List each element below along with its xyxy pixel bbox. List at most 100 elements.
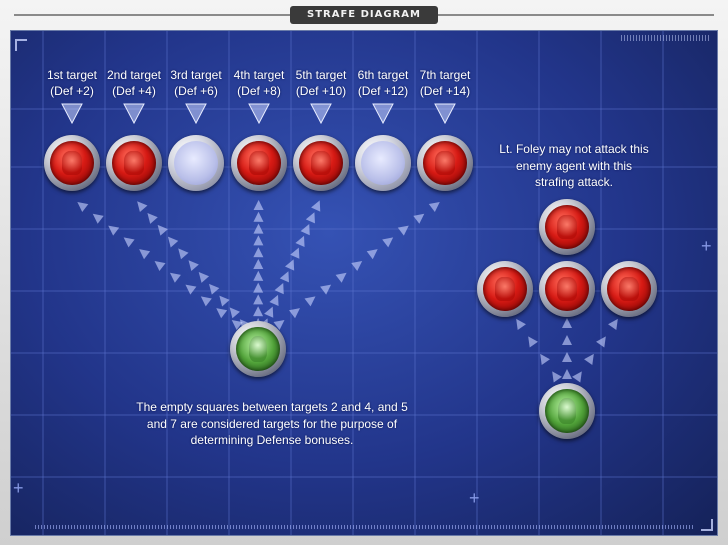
plus-mark-icon: + [469,488,480,508]
arrow-chevron [300,224,310,236]
arrow-chevron [198,272,210,283]
arrow-chevron [320,284,332,295]
red-enemy-agent-icon [545,267,589,311]
arrow-chevron [290,247,300,259]
arrow-chevron [253,223,264,234]
arrow-chevron [528,336,538,348]
down-triangle-icon [185,103,207,125]
arrow-chevron [188,260,199,272]
down-triangle-icon [434,103,456,125]
arrow-chevron [279,271,289,283]
arrow-chevron [288,308,300,319]
enemy-token [477,261,533,317]
red-enemy-agent-icon [607,267,651,311]
target-ordinal: 6th target [357,68,409,82]
arrow-chevron [562,335,572,345]
target-defense: (Def +14) [419,84,471,98]
arrow-chevron [139,249,151,260]
arrow-chevron [562,369,572,379]
arrow-chevron [516,318,526,330]
arrow-chevron [178,248,189,260]
arrow-chevron [562,352,572,362]
arrow-chevron [167,236,179,248]
target-label: 1st target (Def +2) [37,67,107,99]
arrow-chevron [185,284,197,295]
arrow-chevron [596,336,606,348]
down-triangle-icon [248,103,270,125]
arrow-chevron [304,296,316,307]
arrow-chevron [552,371,562,383]
target-label: 7th target (Def +14) [410,67,480,99]
arrow-chevron [219,295,230,307]
red-enemy-agent-icon [112,141,156,185]
red-enemy-agent-icon [50,141,94,185]
arrow-chevron [123,237,135,248]
arrow-chevron [253,294,264,305]
window-title: STRAFE DIAGRAM [290,6,438,24]
down-triangle-icon [61,103,83,125]
arrow-chevron [253,270,264,281]
arrow-chevron [413,213,425,224]
arrow-chevron [92,213,104,224]
corner-mark [15,39,27,51]
target-ordinal: 5th target [295,68,347,82]
corner-mark [701,519,713,531]
arrow-chevron [157,224,168,236]
arrow-chevron [229,307,240,319]
arrow-chevron [77,201,89,213]
foley-note: Lt. Foley may not attack this enemy agen… [499,142,649,189]
target-defense: (Def +8) [237,84,281,98]
arrow-chevron [351,260,363,272]
red-enemy-agent-icon [545,205,589,249]
target-ordinal: 4th target [233,68,285,82]
arrow-chevron [305,212,315,224]
arrow-chevron [200,296,212,307]
enemy-token [44,135,100,191]
diagram-board: 1st target (Def +2) 2nd target (Def +4) 3rd … [10,30,718,536]
target-label: 5th target (Def +10) [286,67,356,99]
enemy-token [231,135,287,191]
target-defense: (Def +4) [112,84,156,98]
arrow-chevron [274,283,284,295]
arrow-chevron [382,237,394,248]
hero-token [230,321,286,377]
empty-square-token [168,135,224,191]
arrow-chevron [253,200,264,211]
target-defense: (Def +12) [357,84,409,98]
arrow-chevron [335,272,347,283]
target-label: 4th target (Def +8) [224,67,294,99]
arrow-chevron [264,306,274,318]
down-triangle-icon [310,103,332,125]
arrow-chevron [562,318,572,328]
arrow-chevron [209,283,220,295]
arrow-chevron [540,353,550,365]
down-triangle-icon [372,103,394,125]
green-hero-icon [545,389,589,433]
arrow-chevron [253,247,264,258]
empty-square-token [355,135,411,191]
arrow-chevron [584,353,594,365]
decor-strip [621,35,711,41]
arrow-chevron [397,225,409,236]
arrow-chevron [253,282,264,293]
arrow-chevron [108,225,120,236]
target-ordinal: 2nd target [106,68,162,82]
arrow-chevron [137,201,148,213]
red-enemy-agent-icon [423,141,467,185]
empty-squares-note: The empty squares between targets 2 and … [136,400,408,447]
red-enemy-agent-icon [483,267,527,311]
arrow-chevron [608,318,618,330]
enemy-token [106,135,162,191]
arrow-chevron [572,371,582,383]
arrow-chevron [253,306,264,317]
target-label: 6th target (Def +12) [348,67,418,99]
arrow-chevron [295,235,305,247]
arrow-chevron [154,260,166,272]
target-defense: (Def +10) [295,84,347,98]
empty-square-icon [174,141,218,185]
target-ordinal: 7th target [419,68,471,82]
target-ordinal: 1st target [46,68,98,82]
arrow-chevron [253,211,264,222]
arrow-chevron [366,249,378,260]
target-ordinal: 3rd target [170,68,222,82]
